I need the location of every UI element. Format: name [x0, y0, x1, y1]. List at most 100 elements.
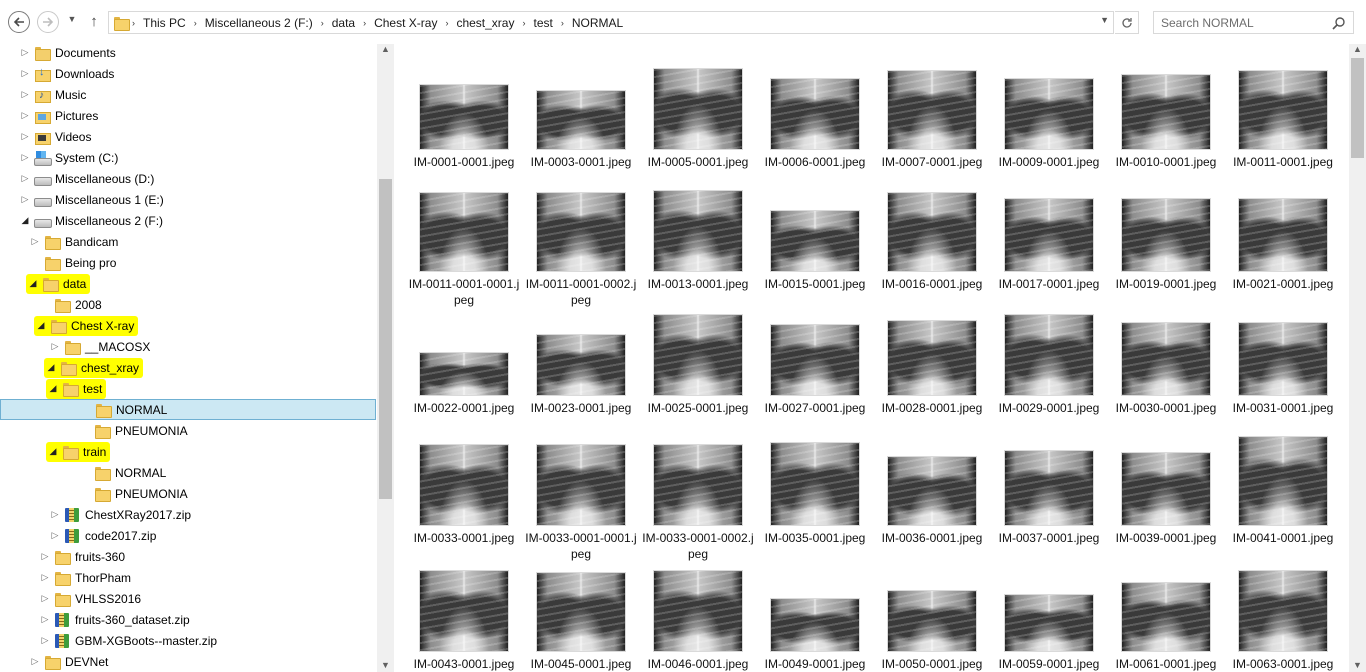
breadcrumb-normal[interactable]: NORMAL [567, 16, 628, 30]
file-item[interactable]: IM-0013-0001.jpeg [640, 176, 756, 292]
tree-item[interactable]: ▷ fruits-360_dataset.zip [0, 609, 376, 630]
file-item[interactable]: IM-0063-0001.jpeg [1225, 556, 1341, 672]
breadcrumb-separator[interactable]: › [360, 18, 369, 28]
breadcrumb-separator[interactable]: › [558, 18, 567, 28]
breadcrumb-chest-xray[interactable]: chest_xray [451, 16, 519, 30]
file-item[interactable]: IM-0059-0001.jpeg [991, 556, 1107, 672]
file-item[interactable]: IM-0030-0001.jpeg [1108, 300, 1224, 416]
tree-item[interactable]: ▷ ThorPham [0, 567, 376, 588]
file-item[interactable]: IM-0033-0001-0002.jpeg [640, 430, 756, 562]
expand-arrow-icon[interactable]: ▷ [20, 47, 30, 58]
tree-item[interactable]: ◢ test [0, 378, 376, 399]
file-item[interactable]: IM-0011-0001-0002.jpeg [523, 176, 639, 308]
tree-item[interactable]: ▷ Documents [0, 44, 376, 63]
address-history-dropdown[interactable]: ▼ [1100, 15, 1109, 25]
recent-locations-button[interactable]: ▼ [66, 14, 78, 30]
file-item[interactable]: IM-0007-0001.jpeg [874, 54, 990, 170]
file-item[interactable]: IM-0039-0001.jpeg [1108, 430, 1224, 546]
tree-item[interactable]: ▷ VHLSS2016 [0, 588, 376, 609]
file-item[interactable]: IM-0019-0001.jpeg [1108, 176, 1224, 292]
collapse-arrow-icon[interactable]: ◢ [20, 215, 30, 226]
expand-arrow-icon[interactable]: ▷ [40, 635, 50, 646]
search-input[interactable]: Search NORMAL [1153, 11, 1354, 34]
expand-arrow-icon[interactable]: ▷ [20, 68, 30, 79]
tree-item[interactable]: ▷ code2017.zip [0, 525, 376, 546]
file-item[interactable]: IM-0045-0001.jpeg [523, 556, 639, 672]
file-item[interactable]: IM-0003-0001.jpeg [523, 54, 639, 170]
file-item[interactable]: IM-0006-0001.jpeg [757, 54, 873, 170]
tree-item[interactable]: PNEUMONIA [0, 420, 376, 441]
expand-arrow-icon[interactable]: ▷ [20, 152, 30, 163]
file-item[interactable]: IM-0011-0001-0001.jpeg [406, 176, 522, 308]
navigation-scrollbar[interactable]: ▲ ▼ [377, 44, 394, 672]
file-item[interactable]: IM-0021-0001.jpeg [1225, 176, 1341, 292]
expand-arrow-icon[interactable]: ▷ [20, 110, 30, 121]
file-item[interactable]: IM-0022-0001.jpeg [406, 300, 522, 416]
tree-item[interactable]: ▷ Bandicam [0, 231, 376, 252]
breadcrumb-test[interactable]: test [528, 16, 557, 30]
scroll-down-icon[interactable]: ▼ [1353, 660, 1362, 670]
breadcrumb-separator[interactable]: › [318, 18, 327, 28]
breadcrumb-separator[interactable]: › [442, 18, 451, 28]
tree-item[interactable]: NORMAL [0, 399, 376, 420]
tree-item[interactable]: Being pro [0, 252, 376, 273]
tree-item[interactable]: ◢ data [0, 273, 376, 294]
file-item[interactable]: IM-0001-0001.jpeg [406, 54, 522, 170]
tree-item[interactable]: ▷ Miscellaneous (D:) [0, 168, 376, 189]
tree-item[interactable]: NORMAL [0, 462, 376, 483]
expand-arrow-icon[interactable]: ▷ [40, 593, 50, 604]
scrollbar-thumb[interactable] [379, 179, 392, 499]
tree-item[interactable]: ▷ Miscellaneous 1 (E:) [0, 189, 376, 210]
file-item[interactable]: IM-0050-0001.jpeg [874, 556, 990, 672]
collapse-arrow-icon[interactable]: ◢ [46, 362, 56, 373]
expand-arrow-icon[interactable]: ▷ [50, 341, 60, 352]
tree-item[interactable]: ▷ Pictures [0, 105, 376, 126]
tree-item[interactable]: ▷ fruits-360 [0, 546, 376, 567]
file-item[interactable]: IM-0033-0001.jpeg [406, 430, 522, 546]
expand-arrow-icon[interactable]: ▷ [50, 530, 60, 541]
file-item[interactable]: IM-0046-0001.jpeg [640, 556, 756, 672]
expand-arrow-icon[interactable]: ▷ [20, 89, 30, 100]
file-item[interactable]: IM-0033-0001-0001.jpeg [523, 430, 639, 562]
expand-arrow-icon[interactable]: ▷ [20, 131, 30, 142]
breadcrumb-data[interactable]: data [327, 16, 360, 30]
breadcrumb-separator[interactable]: › [519, 18, 528, 28]
expand-arrow-icon[interactable]: ▷ [40, 551, 50, 562]
tree-item[interactable]: ▷ System (C:) [0, 147, 376, 168]
file-item[interactable]: IM-0011-0001.jpeg [1225, 54, 1341, 170]
file-item[interactable]: IM-0043-0001.jpeg [406, 556, 522, 672]
forward-button[interactable] [37, 11, 59, 33]
file-item[interactable]: IM-0015-0001.jpeg [757, 176, 873, 292]
file-item[interactable]: IM-0027-0001.jpeg [757, 300, 873, 416]
tree-item[interactable]: PNEUMONIA [0, 483, 376, 504]
collapse-arrow-icon[interactable]: ◢ [36, 320, 46, 331]
expand-arrow-icon[interactable]: ▷ [30, 656, 40, 667]
tree-item[interactable]: ▷ __MACOSX [0, 336, 376, 357]
expand-arrow-icon[interactable]: ▷ [40, 572, 50, 583]
file-item[interactable]: IM-0041-0001.jpeg [1225, 430, 1341, 546]
expand-arrow-icon[interactable]: ▷ [20, 173, 30, 184]
tree-item[interactable]: ▷ ChestXRay2017.zip [0, 504, 376, 525]
breadcrumb-drive[interactable]: Miscellaneous 2 (F:) [200, 16, 318, 30]
file-item[interactable]: IM-0028-0001.jpeg [874, 300, 990, 416]
tree-item[interactable]: ▷ Downloads [0, 63, 376, 84]
tree-item[interactable]: ▷ DEVNet [0, 651, 376, 672]
refresh-button[interactable] [1115, 11, 1139, 34]
expand-arrow-icon[interactable]: ▷ [50, 509, 60, 520]
tree-item[interactable]: ◢ Miscellaneous 2 (F:) [0, 210, 376, 231]
expand-arrow-icon[interactable]: ▷ [20, 194, 30, 205]
collapse-arrow-icon[interactable]: ◢ [48, 383, 58, 394]
address-bar[interactable]: › This PC › Miscellaneous 2 (F:) › data … [108, 11, 1114, 34]
breadcrumb-this-pc[interactable]: This PC [138, 16, 191, 30]
file-item[interactable]: IM-0005-0001.jpeg [640, 54, 756, 170]
file-item[interactable]: IM-0049-0001.jpeg [757, 556, 873, 672]
scroll-up-icon[interactable]: ▲ [381, 44, 390, 54]
file-item[interactable]: IM-0016-0001.jpeg [874, 176, 990, 292]
tree-item[interactable]: 2008 [0, 294, 376, 315]
tree-item[interactable]: ◢ Chest X-ray [0, 315, 376, 336]
file-item[interactable]: IM-0036-0001.jpeg [874, 430, 990, 546]
expand-arrow-icon[interactable]: ▷ [30, 236, 40, 247]
tree-item[interactable]: ▷ Videos [0, 126, 376, 147]
up-button[interactable]: ↑ [86, 12, 102, 32]
tree-item[interactable]: ◢ chest_xray [0, 357, 376, 378]
